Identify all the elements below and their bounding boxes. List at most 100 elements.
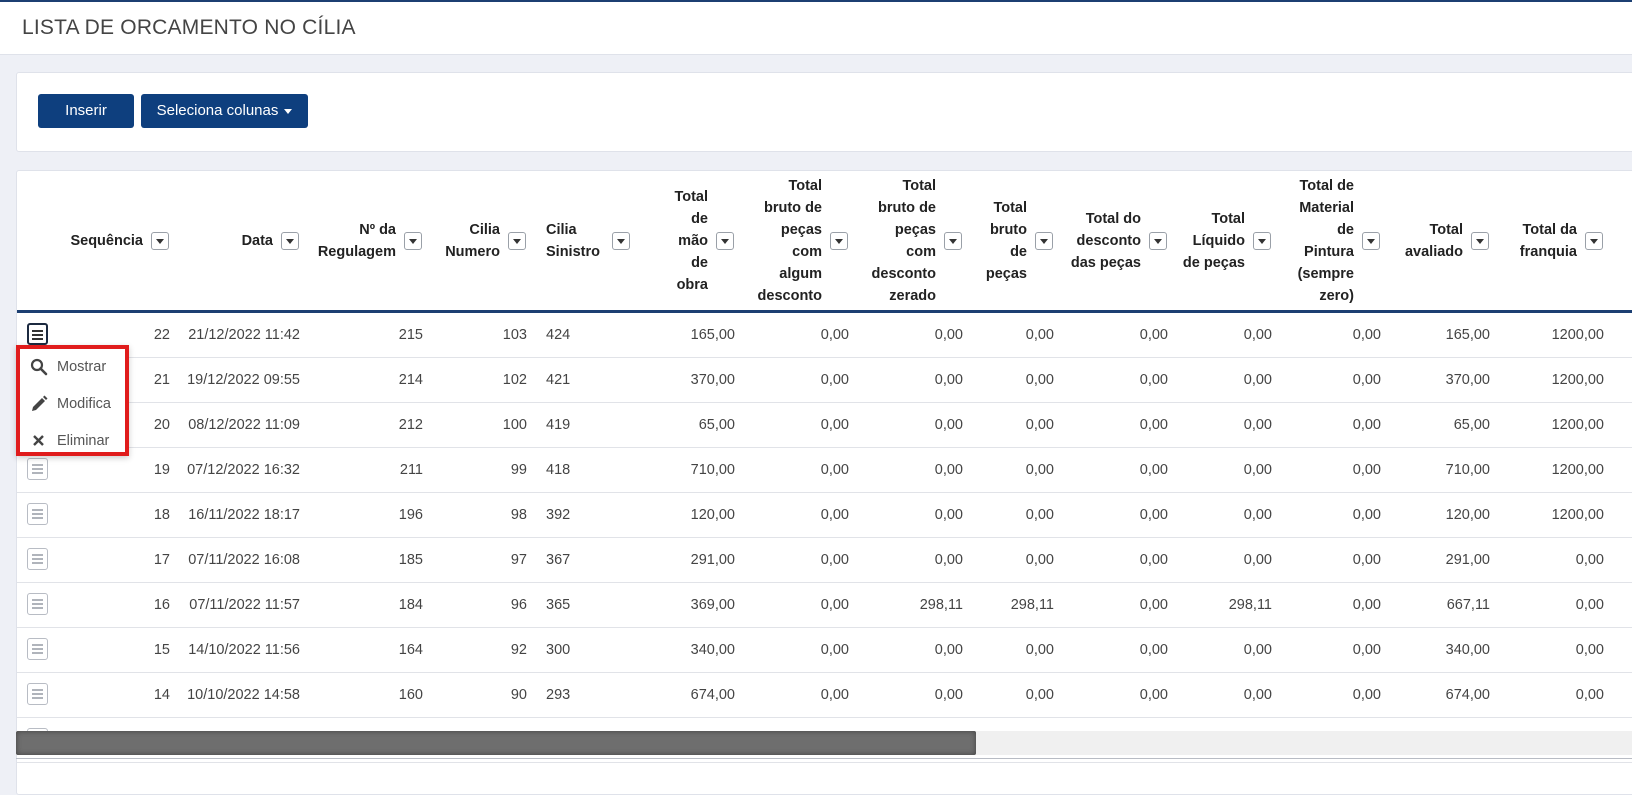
table-cell: 300 <box>546 642 571 658</box>
table-cell: 19/12/2022 09:55 <box>187 372 300 388</box>
column-header-3: Nº da Regulagem <box>303 171 426 310</box>
menu-item-modifica[interactable]: Modifica <box>20 386 125 423</box>
table-cell: 0,00 <box>1243 372 1272 388</box>
table-cell: 0,00 <box>1139 552 1168 568</box>
column-header-label: Total Líquido de peças <box>1182 210 1245 271</box>
table-row: 14 10/10/2022 14:58 160 90 293 674,00 0,00 0,00… <box>17 673 1632 718</box>
table-cell: 710,00 <box>690 462 735 478</box>
table-cell: 0,00 <box>1352 687 1381 703</box>
column-filter-dropdown-icon[interactable] <box>830 231 848 250</box>
table-cell: 1200,00 <box>1551 372 1604 388</box>
table-cell: 96 <box>510 597 527 613</box>
column-header-2: Data <box>173 171 303 310</box>
column-filter-dropdown-icon[interactable] <box>508 231 526 250</box>
table-cell: 0,00 <box>1243 687 1272 703</box>
column-header-label: Total bruto de peças <box>985 199 1027 282</box>
table-cell: 21/12/2022 11:42 <box>188 327 300 343</box>
table-cell: 165,00 <box>1445 327 1490 343</box>
table-cell: 0,00 <box>1243 507 1272 523</box>
column-header-label: Nº da Regulagem <box>317 221 396 260</box>
table-cell: 120,00 <box>690 507 735 523</box>
column-header-11: Total Líquido de peças <box>1171 171 1275 310</box>
table-cell: 185 <box>398 552 423 568</box>
close-icon <box>30 432 48 450</box>
table-cell: 103 <box>502 327 527 343</box>
table-cell: 365 <box>546 597 571 613</box>
table-cell: 392 <box>546 507 571 523</box>
table-cell: 160 <box>398 687 423 703</box>
column-filter-dropdown-icon[interactable] <box>1585 231 1603 250</box>
table-cell: 0,00 <box>1352 417 1381 433</box>
menu-item-eliminar[interactable]: Eliminar <box>20 423 125 460</box>
toolbar-panel: Inserir Seleciona colunas <box>16 72 1632 152</box>
table-row: 21 19/12/2022 09:55 214 102 421 370,00 0,00 0,0… <box>17 358 1632 403</box>
column-header-6: Total de mão de obra <box>634 171 738 310</box>
table-cell: 291,00 <box>690 552 735 568</box>
column-filter-dropdown-icon[interactable] <box>151 231 169 250</box>
table-row: 20 08/12/2022 11:09 212 100 419 65,00 0,00 0,00… <box>17 403 1632 448</box>
data-table: Sequência Data Nº da Regulagem Cilia Numero Ci… <box>16 170 1632 795</box>
table-cell: 0,00 <box>1139 417 1168 433</box>
column-header-label: Total bruto de peças com algum desconto <box>757 177 822 304</box>
column-header-label: Sequência <box>70 232 143 249</box>
title-bar: LISTA DE ORCAMENTO NO CÍLIA <box>0 2 1632 55</box>
column-filter-dropdown-icon[interactable] <box>1253 231 1271 250</box>
table-cell: 07/12/2022 16:32 <box>187 462 300 478</box>
column-filter-dropdown-icon[interactable] <box>1149 231 1167 250</box>
column-filter-dropdown-icon[interactable] <box>716 231 734 250</box>
table-cell: 165,00 <box>690 327 735 343</box>
column-header-label: Cilia Sinistro <box>546 221 600 260</box>
column-filter-dropdown-icon[interactable] <box>944 231 962 250</box>
column-filter-dropdown-icon[interactable] <box>281 231 299 250</box>
table-cell: 0,00 <box>1139 687 1168 703</box>
table-cell: 0,00 <box>1139 642 1168 658</box>
table-cell: 0,00 <box>1352 597 1381 613</box>
table-cell: 0,00 <box>1243 417 1272 433</box>
table-row: 19 07/12/2022 16:32 211 99 418 710,00 0,00 0,00… <box>17 448 1632 493</box>
table-cell: 424 <box>546 327 571 343</box>
table-cell: 65,00 <box>698 417 735 433</box>
column-filter-dropdown-icon[interactable] <box>1362 231 1380 250</box>
column-header-label: Total de mão de obra <box>674 188 708 293</box>
column-header-8: Total bruto de peças com desconto zerado <box>852 171 966 310</box>
column-header-1: Sequência <box>17 171 173 310</box>
table-cell: 0,00 <box>934 327 963 343</box>
table-cell: 0,00 <box>934 642 963 658</box>
table-cell: 0,00 <box>820 372 849 388</box>
table-cell: 0,00 <box>1025 687 1054 703</box>
table-cell: 214 <box>398 372 423 388</box>
page-title: LISTA DE ORCAMENTO NO CÍLIA <box>22 16 356 39</box>
table-cell: 0,00 <box>1025 552 1054 568</box>
table-cell: 0,00 <box>1352 642 1381 658</box>
column-header-label: Total bruto de peças com desconto zerado <box>871 177 936 304</box>
table-cell: 184 <box>398 597 423 613</box>
table-cell: 0,00 <box>934 507 963 523</box>
column-filter-dropdown-icon[interactable] <box>1471 231 1489 250</box>
column-filter-dropdown-icon[interactable] <box>404 231 422 250</box>
table-cell: 291,00 <box>1445 552 1490 568</box>
table-cell: 0,00 <box>1025 462 1054 478</box>
table-cell: 1200,00 <box>1551 462 1604 478</box>
table-cell: 0,00 <box>934 372 963 388</box>
column-filter-dropdown-icon[interactable] <box>1035 231 1053 250</box>
table-cell: 0,00 <box>1243 642 1272 658</box>
table-cell: 1200,00 <box>1551 507 1604 523</box>
table-cell: 674,00 <box>1445 687 1490 703</box>
table-cell: 298,11 <box>1010 597 1054 613</box>
select-columns-button[interactable]: Seleciona colunas <box>141 94 308 128</box>
column-header-label: Total da franquia <box>1519 221 1577 260</box>
column-header-14: Total da franquia <box>1493 171 1607 310</box>
table-cell: 07/11/2022 16:08 <box>188 552 300 568</box>
table-cell: 196 <box>398 507 423 523</box>
table-cell: 16/11/2022 18:17 <box>188 507 300 523</box>
scrollbar-thumb[interactable] <box>16 731 976 755</box>
insert-button[interactable]: Inserir <box>38 94 134 128</box>
menu-item-mostrar[interactable]: Mostrar <box>20 349 125 386</box>
table-cell: 07/11/2022 11:57 <box>189 597 300 613</box>
menu-item-label: Modifica <box>57 396 111 412</box>
column-header-12: Total de Material de Pintura (sempre zero) <box>1275 171 1384 310</box>
table-cell: 340,00 <box>690 642 735 658</box>
column-filter-dropdown-icon[interactable] <box>612 231 630 250</box>
table-cell: 0,00 <box>934 552 963 568</box>
table-body: 22 21/12/2022 11:42 215 103 424 165,00 0,00 0,0… <box>17 313 1632 763</box>
